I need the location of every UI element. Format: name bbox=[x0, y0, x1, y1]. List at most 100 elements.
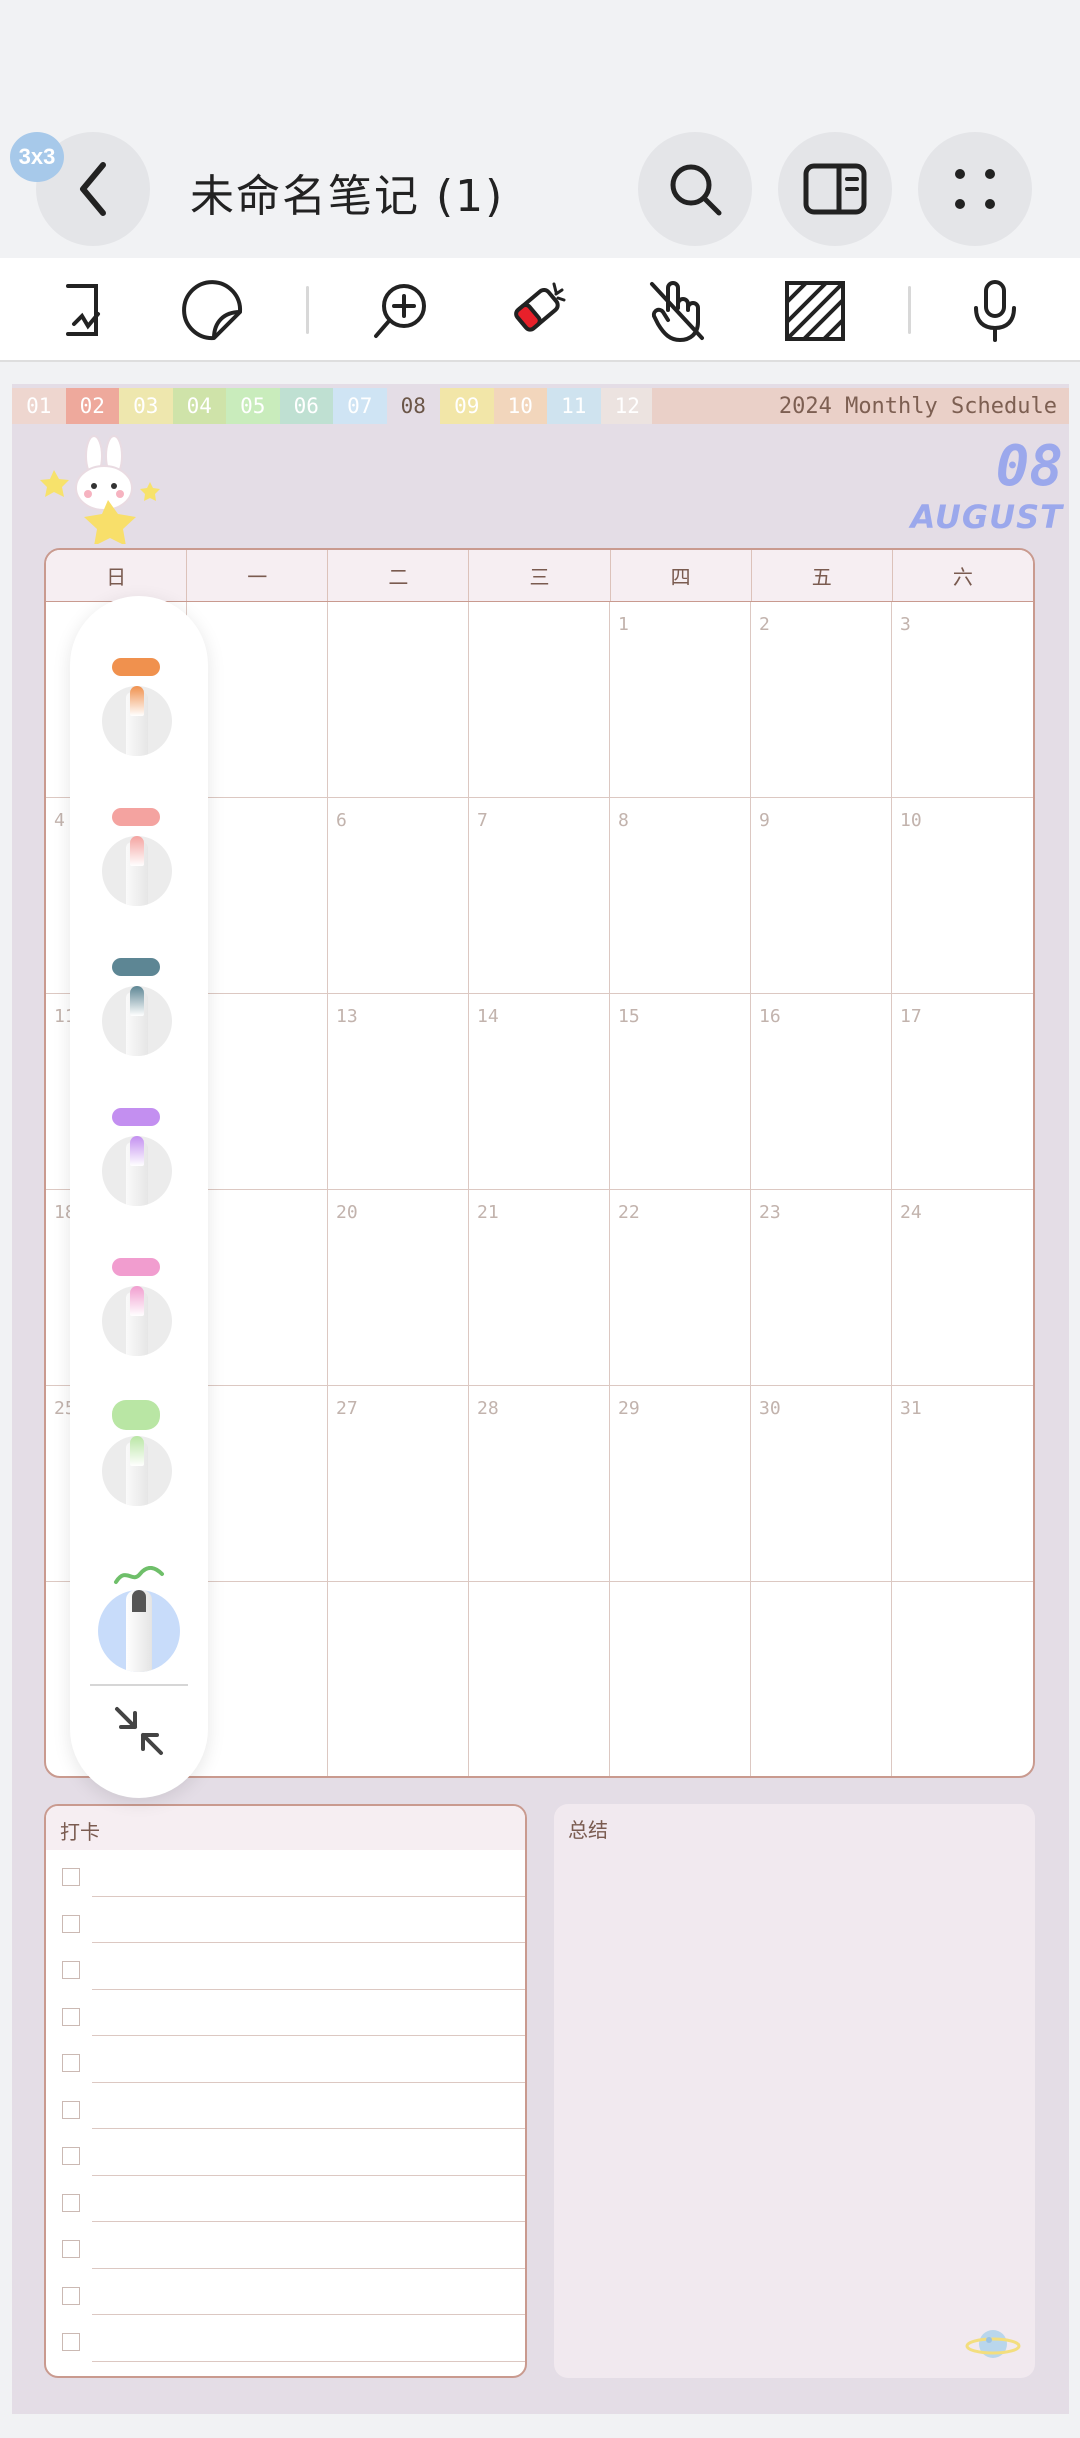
checkbox[interactable] bbox=[62, 2240, 80, 2258]
lasso-tool-button[interactable] bbox=[50, 276, 120, 346]
grid-size-badge[interactable]: 3x3 bbox=[10, 132, 64, 182]
sticker-icon bbox=[182, 280, 243, 341]
calendar-day-cell[interactable] bbox=[892, 1582, 1033, 1776]
checkin-row[interactable] bbox=[62, 2176, 525, 2222]
teal-pen-button[interactable] bbox=[102, 958, 176, 1078]
calendar-day-cell[interactable] bbox=[469, 602, 610, 798]
checkin-row[interactable] bbox=[62, 2315, 525, 2362]
month-tab-02[interactable]: 02 bbox=[65, 388, 119, 424]
zoom-in-icon bbox=[374, 284, 426, 338]
calendar-day-cell[interactable]: 24 bbox=[892, 1190, 1033, 1386]
calendar-day-cell[interactable]: 3 bbox=[892, 602, 1033, 798]
calendar-day-cell[interactable] bbox=[187, 798, 328, 994]
note-title[interactable]: 未命名笔记 (1) bbox=[190, 160, 504, 224]
calendar-day-cell[interactable]: 7 bbox=[469, 798, 610, 994]
month-tab-07[interactable]: 07 bbox=[333, 388, 387, 424]
calendar-day-cell[interactable]: 29 bbox=[610, 1386, 751, 1582]
purple-pen-button[interactable] bbox=[102, 1108, 176, 1228]
checkbox[interactable] bbox=[62, 2007, 80, 2026]
selected-pen-button[interactable] bbox=[98, 1566, 180, 1676]
layout-toggle-button[interactable] bbox=[778, 132, 892, 246]
calendar-day-cell[interactable] bbox=[328, 1582, 469, 1776]
month-tab-03[interactable]: 03 bbox=[119, 388, 173, 424]
salmon-pen-button[interactable] bbox=[102, 808, 176, 928]
summary-title: 总结 bbox=[568, 1818, 608, 1842]
checkin-row[interactable] bbox=[62, 2036, 525, 2083]
month-tab-01[interactable]: 01 bbox=[12, 388, 66, 424]
checkin-row[interactable] bbox=[62, 1850, 525, 1897]
month-tab-11[interactable]: 11 bbox=[547, 388, 601, 424]
checkin-row[interactable] bbox=[62, 1990, 525, 2036]
checkbox[interactable] bbox=[62, 2286, 80, 2305]
calendar-day-cell[interactable]: 6 bbox=[328, 798, 469, 994]
calendar-day-cell[interactable] bbox=[187, 602, 328, 798]
checkbox[interactable] bbox=[62, 1914, 80, 1933]
month-tab-04[interactable]: 04 bbox=[172, 388, 226, 424]
calendar-day-cell[interactable] bbox=[187, 1386, 328, 1582]
calendar-day-cell[interactable]: 28 bbox=[469, 1386, 610, 1582]
zoom-tool-button[interactable] bbox=[366, 276, 436, 346]
calendar-day-cell[interactable] bbox=[610, 1582, 751, 1776]
calendar-day-cell[interactable] bbox=[187, 1582, 328, 1776]
checkin-row[interactable] bbox=[62, 2269, 525, 2315]
calendar-day-cell[interactable]: 1 bbox=[610, 602, 751, 798]
green-pen-button[interactable] bbox=[102, 1400, 176, 1528]
orange-pen-button[interactable] bbox=[102, 658, 176, 778]
month-tab-06[interactable]: 06 bbox=[279, 388, 333, 424]
checkbox[interactable] bbox=[62, 2100, 80, 2119]
panel-layout-icon bbox=[803, 163, 867, 215]
calendar-day-cell[interactable]: 30 bbox=[751, 1386, 892, 1582]
calendar-day-cell[interactable]: 27 bbox=[328, 1386, 469, 1582]
calendar-day-cell[interactable]: 14 bbox=[469, 994, 610, 1190]
calendar-day-cell[interactable]: 2 bbox=[751, 602, 892, 798]
calendar-day-cell[interactable]: 20 bbox=[328, 1190, 469, 1386]
calendar-day-cell[interactable]: 22 bbox=[610, 1190, 751, 1386]
collapse-button[interactable] bbox=[108, 1700, 170, 1762]
checkbox[interactable] bbox=[62, 1961, 80, 1979]
search-button[interactable] bbox=[638, 132, 752, 246]
checkbox[interactable] bbox=[62, 2147, 80, 2165]
checkin-row[interactable] bbox=[62, 1897, 525, 1943]
month-tab-10[interactable]: 10 bbox=[493, 388, 547, 424]
calendar-day-cell[interactable]: 21 bbox=[469, 1190, 610, 1386]
selected-pen-holder bbox=[98, 1590, 180, 1672]
checkbox[interactable] bbox=[62, 2333, 80, 2351]
chevron-left-icon bbox=[80, 162, 106, 216]
checkin-box: 打卡 bbox=[44, 1804, 527, 2378]
calendar-day-cell[interactable]: 9 bbox=[751, 798, 892, 994]
calendar-day-cell[interactable]: 8 bbox=[610, 798, 751, 994]
more-options-button[interactable] bbox=[918, 132, 1032, 246]
checkin-row[interactable] bbox=[62, 2129, 525, 2176]
calendar-day-cell[interactable]: 13 bbox=[328, 994, 469, 1190]
sticker-tool-button[interactable] bbox=[178, 276, 248, 346]
calendar-day-cell[interactable]: 10 bbox=[892, 798, 1033, 994]
summary-box[interactable]: 总结 bbox=[554, 1804, 1035, 2378]
eraser-tool-button[interactable] bbox=[502, 276, 572, 346]
checkin-row[interactable] bbox=[62, 1943, 525, 1990]
calendar-day-cell[interactable]: 23 bbox=[751, 1190, 892, 1386]
touch-disable-tool-button[interactable] bbox=[642, 276, 712, 346]
pink-pen-button[interactable] bbox=[102, 1258, 176, 1378]
checkbox[interactable] bbox=[62, 2054, 80, 2072]
checkbox[interactable] bbox=[62, 2193, 80, 2212]
month-tab-05[interactable]: 05 bbox=[226, 388, 280, 424]
month-tab-12[interactable]: 12 bbox=[600, 388, 654, 424]
calendar-day-cell[interactable] bbox=[328, 602, 469, 798]
calendar-day-cell[interactable]: 17 bbox=[892, 994, 1033, 1190]
bunny-sticker-image bbox=[40, 435, 160, 544]
checkin-row[interactable] bbox=[62, 2222, 525, 2269]
voice-tool-button[interactable] bbox=[960, 276, 1030, 346]
month-tab-08[interactable]: 08 bbox=[386, 388, 440, 424]
calendar-day-cell[interactable]: 31 bbox=[892, 1386, 1033, 1582]
checkbox[interactable] bbox=[62, 1868, 80, 1886]
calendar-day-cell[interactable] bbox=[469, 1582, 610, 1776]
checkin-row[interactable] bbox=[62, 2083, 525, 2129]
calendar-day-cell[interactable] bbox=[187, 994, 328, 1190]
month-tab-09[interactable]: 09 bbox=[440, 388, 494, 424]
calendar-day-cell[interactable]: 16 bbox=[751, 994, 892, 1190]
collapse-arrows-icon bbox=[115, 1707, 163, 1755]
pattern-tool-button[interactable] bbox=[780, 276, 850, 346]
calendar-day-cell[interactable]: 15 bbox=[610, 994, 751, 1190]
calendar-day-cell[interactable] bbox=[187, 1190, 328, 1386]
calendar-day-cell[interactable] bbox=[751, 1582, 892, 1776]
